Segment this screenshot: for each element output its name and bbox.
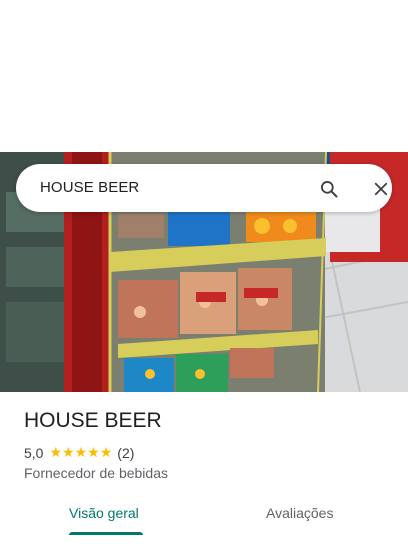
search-bar[interactable]: HOUSE BEER xyxy=(16,164,392,212)
review-count[interactable]: (2) xyxy=(117,445,134,461)
rating-row[interactable]: 5,0 ★ ★ ★ ★ ★ (2) xyxy=(24,445,134,461)
star-icon: ★ xyxy=(99,445,113,461)
star-rating: ★ ★ ★ ★ ★ xyxy=(49,446,112,460)
map-area-blank xyxy=(0,0,408,152)
star-icon: ★ xyxy=(87,445,100,461)
tab-reviews[interactable]: Avaliações xyxy=(266,505,333,521)
active-tab-indicator xyxy=(69,532,143,535)
star-icon: ★ xyxy=(74,445,88,461)
star-icon: ★ xyxy=(49,445,63,461)
place-category: Fornecedor de bebidas xyxy=(24,465,168,481)
star-icon: ★ xyxy=(62,445,75,461)
place-title: HOUSE BEER xyxy=(24,409,162,432)
place-tabs: Visão geral Avaliações xyxy=(0,496,408,544)
tab-overview[interactable]: Visão geral xyxy=(69,505,139,521)
search-icon[interactable] xyxy=(316,176,342,202)
search-query-text[interactable]: HOUSE BEER xyxy=(40,179,139,196)
close-icon[interactable] xyxy=(368,176,394,202)
rating-value: 5,0 xyxy=(24,445,44,461)
